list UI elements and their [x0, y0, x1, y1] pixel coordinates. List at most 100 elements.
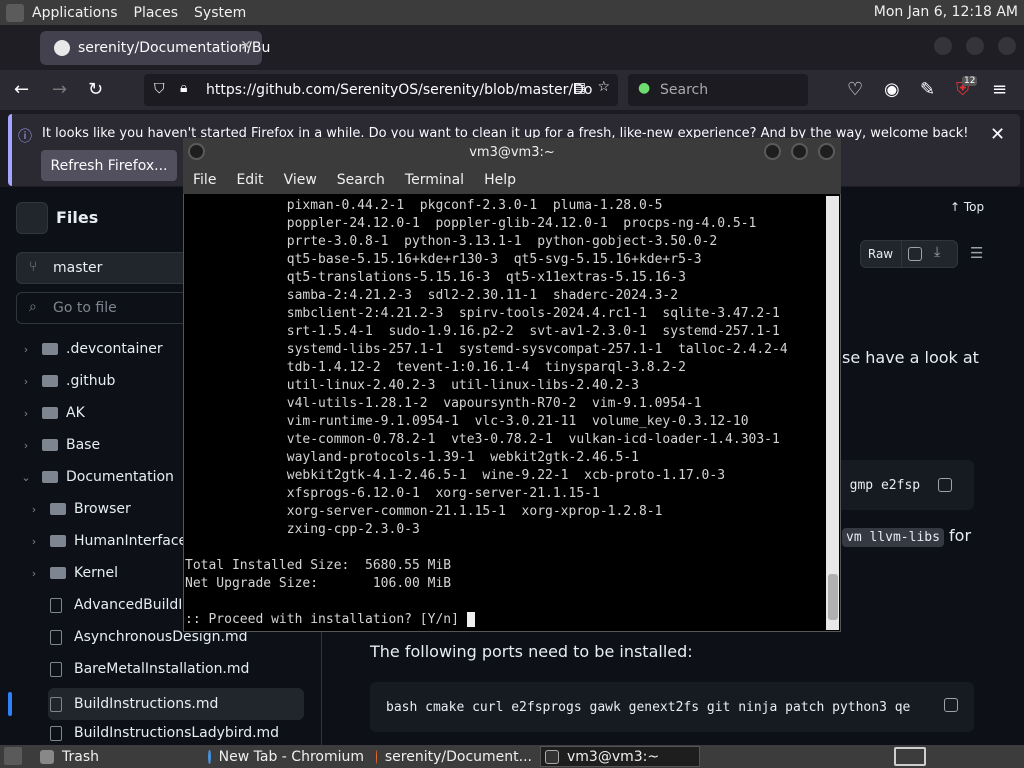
raw-button[interactable]: Raw	[860, 240, 902, 268]
selection-indicator	[8, 692, 12, 716]
window-menu-icon[interactable]	[188, 143, 205, 160]
terminal-line: poppler-24.12.0-1 poppler-glib-24.12.0-1…	[185, 216, 757, 231]
tree-item[interactable]: AdvancedBuildIns	[48, 589, 199, 621]
tree-item[interactable]: ⌄ Documentation	[18, 461, 174, 493]
close-icon[interactable]	[818, 143, 835, 160]
markdown-text: se have a look at	[842, 348, 979, 367]
info-icon: ⓘ	[18, 129, 32, 145]
menu-help[interactable]: Help	[474, 172, 526, 188]
terminal-menubar: File Edit View Search Terminal Help	[183, 166, 841, 194]
lock-icon[interactable]: 🔒︎	[180, 80, 187, 96]
reader-view-icon[interactable]: ▤	[573, 80, 586, 96]
tree-item[interactable]: › .devcontainer	[18, 333, 163, 365]
folder-icon	[42, 375, 58, 387]
back-icon[interactable]: ←	[14, 79, 29, 100]
markdown-text: The following ports need to be installed…	[370, 642, 693, 661]
github-favicon-icon	[54, 40, 70, 56]
tree-item[interactable]: › AK	[18, 397, 85, 429]
chevron-down-icon: ⌄	[21, 470, 31, 484]
terminal-line: Net Upgrade Size: 106.00 MiB	[185, 576, 452, 591]
go-to-file-input[interactable]: ⌕ Go to file	[16, 292, 196, 324]
reload-icon[interactable]: ↻	[88, 79, 103, 100]
maximize-window-icon[interactable]	[966, 37, 984, 55]
taskbar-item-chromium[interactable]: New Tab - Chromium	[204, 746, 364, 767]
desktop-top-panel: Applications Places System Mon Jan 6, 12…	[0, 0, 1024, 25]
infobar-close-icon[interactable]: ✕	[990, 124, 1005, 145]
forward-icon[interactable]: →	[52, 79, 67, 100]
tree-item[interactable]: › HumanInterfaceG	[26, 525, 198, 557]
menu-view[interactable]: View	[274, 172, 327, 188]
tree-item-selected[interactable]: BuildInstructions.md	[48, 688, 304, 720]
code-block: c gmp e2fsp	[830, 460, 974, 510]
chromium-icon	[208, 749, 211, 764]
terminal-output[interactable]: pixman-0.44.2-1 pkgconf-2.3.0-1 pluma-1.…	[185, 196, 825, 630]
taskbar-item-firefox[interactable]: serenity/Document...	[372, 746, 532, 767]
applications-menu[interactable]: Applications	[24, 5, 126, 21]
search-engine-icon: ●	[638, 80, 651, 96]
taskbar-item-trash[interactable]: Trash	[36, 746, 196, 767]
url-bar[interactable]: ⛉ 🔒︎ https://github.com/SerenityOS/seren…	[144, 74, 618, 106]
clock[interactable]: Mon Jan 6, 12:18 AM	[874, 4, 1018, 20]
minimize-icon[interactable]	[764, 143, 781, 160]
chevron-right-icon: ›	[23, 438, 29, 452]
outline-list-icon[interactable]: ☰	[970, 244, 983, 262]
copy-code-icon[interactable]	[944, 698, 958, 712]
terminal-line: Total Installed Size: 5680.55 MiB	[185, 558, 452, 573]
branch-name: master	[53, 260, 103, 276]
terminal-line: v4l-utils-1.28.1-2 vapoursynth-R70-2 vim…	[185, 396, 702, 411]
chevron-right-icon: ›	[23, 374, 29, 388]
terminal-line: zxing-cpp-2.3.0-3	[185, 522, 420, 537]
copy-code-icon[interactable]	[938, 478, 953, 492]
chevron-right-icon: ›	[23, 342, 29, 356]
folder-open-icon	[42, 471, 58, 483]
menu-edit[interactable]: Edit	[226, 172, 273, 188]
close-tab-icon[interactable]: ✕	[240, 38, 252, 54]
file-icon	[50, 661, 62, 677]
tree-item[interactable]: › Base	[18, 429, 100, 461]
folder-icon	[50, 535, 66, 547]
terminal-scrollbar-thumb[interactable]	[828, 574, 838, 620]
account-icon[interactable]: ◉	[884, 79, 900, 100]
distro-logo-icon[interactable]	[6, 3, 24, 22]
tree-item[interactable]: › Kernel	[26, 557, 118, 589]
terminal-title: vm3@vm3:~	[469, 144, 555, 160]
system-menu[interactable]: System	[186, 5, 254, 21]
branch-selector[interactable]: ⑂ master	[16, 252, 196, 284]
taskbar-item-terminal[interactable]: vm3@vm3:~	[540, 746, 700, 767]
download-icon[interactable]: ⤓	[934, 244, 940, 260]
back-to-top-button[interactable]: ↑ Top	[950, 200, 984, 214]
menu-file[interactable]: File	[183, 172, 226, 188]
show-desktop-icon[interactable]	[4, 747, 22, 765]
browser-tab[interactable]: serenity/Documentation/Bu ✕	[40, 31, 270, 65]
refresh-firefox-button[interactable]: Refresh Firefox...	[41, 150, 177, 181]
terminal-scrollbar[interactable]	[826, 196, 839, 630]
tree-item[interactable]: BareMetalInstallation.md	[48, 653, 249, 685]
menu-terminal[interactable]: Terminal	[395, 172, 474, 188]
minimize-window-icon[interactable]	[934, 37, 952, 55]
bookmark-star-icon[interactable]: ☆	[597, 79, 610, 95]
collapse-sidebar-icon[interactable]	[16, 202, 48, 234]
file-icon	[50, 696, 62, 712]
markdown-text: vm llvm-libs for	[842, 526, 971, 547]
chevron-right-icon: ›	[31, 502, 37, 516]
tree-item[interactable]: › Browser	[26, 493, 131, 525]
shield-icon[interactable]: ⛉	[154, 81, 165, 97]
file-icon	[50, 597, 62, 613]
places-menu[interactable]: Places	[126, 5, 187, 21]
workspace-switcher[interactable]	[894, 747, 926, 766]
inline-code: vm llvm-libs	[842, 528, 944, 547]
maximize-icon[interactable]	[791, 143, 808, 160]
extensions-icon[interactable]: ✎	[920, 79, 935, 100]
tree-item[interactable]: › .github	[18, 365, 116, 397]
chevron-right-icon: ›	[31, 534, 37, 548]
search-bar[interactable]: ● Search	[628, 74, 808, 106]
hamburger-menu-icon[interactable]: ≡	[992, 79, 1007, 100]
close-window-icon[interactable]	[998, 37, 1016, 55]
copy-raw-icon[interactable]	[908, 247, 922, 261]
terminal-titlebar[interactable]: vm3@vm3:~	[183, 138, 841, 166]
menu-search[interactable]: Search	[327, 172, 395, 188]
pocket-icon[interactable]: ♡	[847, 79, 863, 100]
terminal-line: tdb-1.4.12-2 tevent-1:0.16.1-4 tinysparq…	[185, 360, 686, 375]
